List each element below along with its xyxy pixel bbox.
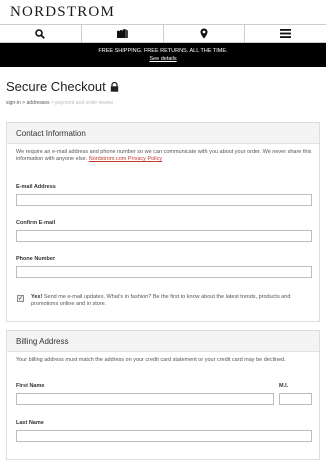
location-pin-icon: [200, 28, 208, 39]
breadcrumb-upcoming-steps: payment and order review: [55, 100, 114, 106]
first-name-label: First Name: [16, 383, 45, 389]
contact-information-section: Contact Information We require an e-mail…: [6, 122, 320, 322]
menu-icon: [280, 29, 292, 38]
email-field[interactable]: [16, 194, 312, 206]
contact-intro: We require an e-mail address and phone n…: [16, 149, 312, 163]
promo-details-link[interactable]: See details: [0, 55, 326, 63]
section-heading: Contact Information: [7, 123, 319, 144]
phone-field[interactable]: [16, 266, 312, 278]
breadcrumb-separator: >: [50, 100, 54, 106]
email-label: E-mail Address: [16, 184, 56, 190]
lock-icon: [110, 81, 118, 92]
brand-logo[interactable]: NORDSTROM: [0, 0, 326, 24]
optin-yes: Yes!: [31, 294, 43, 300]
email-updates-text: Yes! Send me e-mail updates. What's in f…: [31, 294, 311, 308]
breadcrumb-addresses: addresses: [26, 100, 50, 106]
shopping-bag-button[interactable]: [82, 25, 164, 42]
breadcrumb-separator: >: [22, 100, 26, 106]
last-name-field[interactable]: [16, 430, 312, 442]
menu-button[interactable]: [245, 25, 326, 42]
shopping-bag-icon: [116, 28, 128, 38]
page-title: Secure Checkout: [6, 79, 119, 94]
contact-intro-text: We require an e-mail address and phone n…: [16, 149, 312, 162]
breadcrumb-signin[interactable]: sign-in: [6, 100, 21, 106]
middle-initial-label: M.I.: [279, 383, 289, 389]
page-title-text: Secure Checkout: [6, 79, 106, 94]
header-icon-bar: [0, 24, 326, 43]
first-name-field[interactable]: [16, 393, 274, 405]
confirm-email-field[interactable]: [16, 230, 312, 242]
billing-address-section: Billing Address Your billing address mus…: [6, 330, 320, 460]
privacy-policy-link[interactable]: Nordstrom.com Privacy Policy: [89, 156, 162, 162]
optin-description: Send me e-mail updates. What's in fashio…: [31, 294, 291, 307]
phone-label: Phone Number: [16, 256, 56, 262]
confirm-email-label: Confirm E-mail: [16, 220, 56, 226]
middle-initial-field[interactable]: [279, 393, 312, 405]
breadcrumb: sign-in > addresses > payment and order …: [6, 100, 113, 106]
search-button[interactable]: [0, 25, 82, 42]
billing-intro-text: Your billing address must match the addr…: [16, 357, 286, 363]
promo-text: FREE SHIPPING. FREE RETURNS. ALL THE TIM…: [98, 48, 228, 54]
search-icon: [35, 28, 46, 39]
section-heading: Billing Address: [7, 331, 319, 352]
promo-banner: FREE SHIPPING. FREE RETURNS. ALL THE TIM…: [0, 43, 326, 67]
store-locator-button[interactable]: [164, 25, 246, 42]
last-name-label: Last Name: [16, 420, 44, 426]
email-updates-checkbox[interactable]: ✓: [17, 295, 24, 302]
